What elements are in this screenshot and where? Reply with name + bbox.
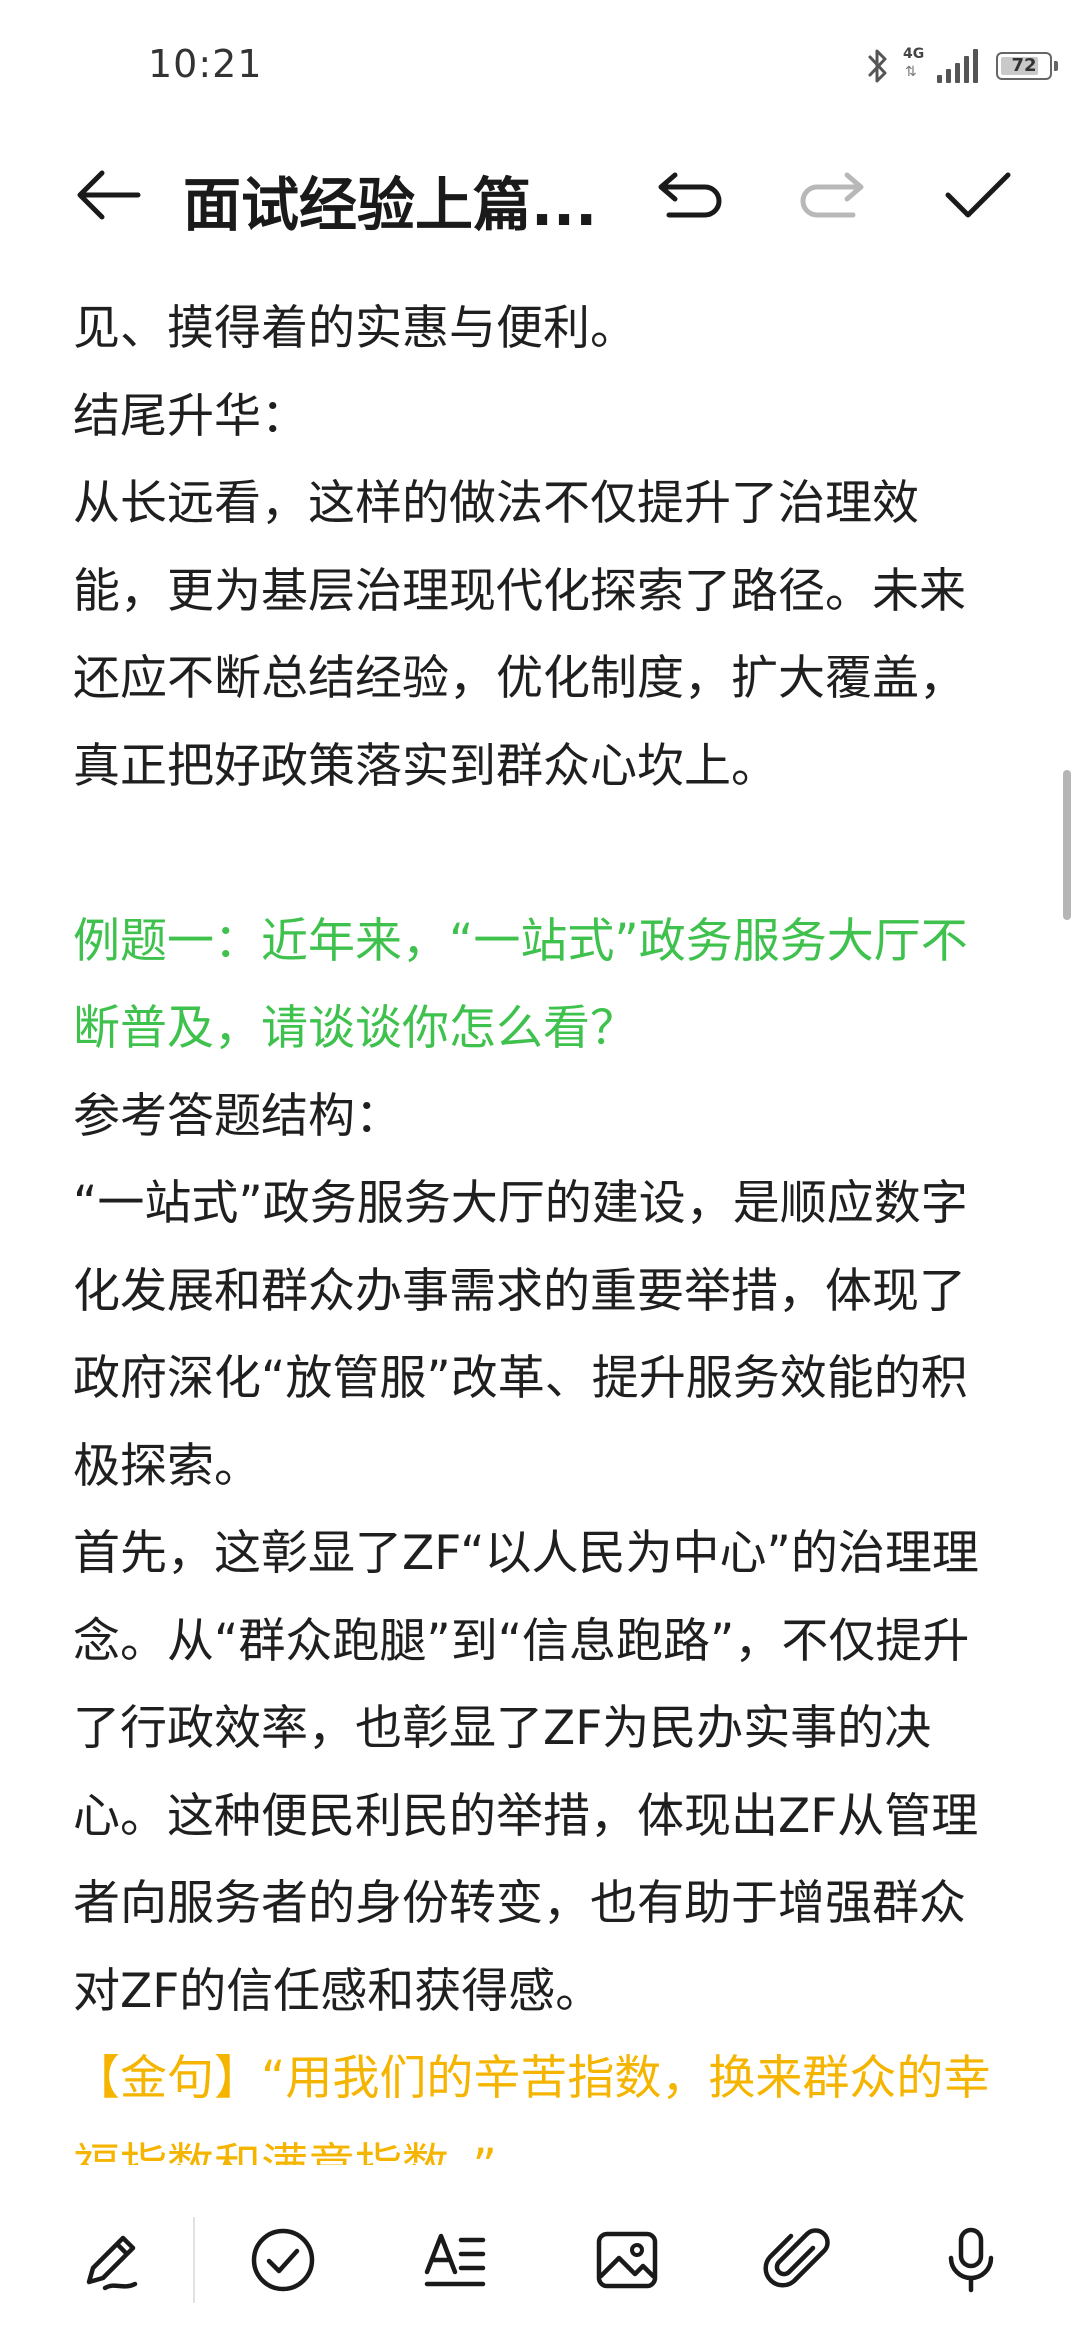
signal-strength-icon (937, 49, 978, 83)
checklist-button[interactable] (228, 2205, 338, 2315)
status-bar: 10:21 4G ⇅ 72 (0, 0, 1080, 135)
voice-input-button[interactable] (916, 2205, 1026, 2315)
bottom-toolbar (0, 2195, 1080, 2340)
toolbar-divider (193, 2217, 195, 2303)
checkmark-icon (942, 167, 1014, 223)
attachment-icon (763, 2224, 835, 2296)
example-heading-line: 例题一：近年来，“一站式”政务服务大厅不 (73, 913, 968, 969)
checklist-icon (247, 2224, 319, 2296)
example-heading-line: 断普及，请谈谈你怎么看？ (73, 1001, 637, 1056)
attachment-button[interactable] (744, 2205, 854, 2315)
status-time: 10:21 (148, 42, 263, 86)
data-arrows-icon: ⇅ (905, 64, 917, 80)
body-line: 对ZF的信任感和获得感。 (73, 1963, 603, 2019)
battery-icon: 72 (996, 52, 1058, 80)
battery-percent: 72 (1011, 55, 1037, 76)
network-label: 4G (903, 46, 925, 62)
body-line: 首先，这彰显了ZF“以人民为中心”的治理理 (73, 1526, 979, 1581)
text-format-icon (419, 2224, 491, 2296)
text-format-button[interactable] (400, 2205, 510, 2315)
section-label: 结尾升华： (73, 388, 308, 444)
microphone-icon (935, 2224, 1007, 2296)
image-icon (591, 2224, 663, 2296)
body-line: 化发展和群众办事需求的重要举措，体现了 (73, 1263, 966, 1319)
body-line: 心。这种便民利民的举措，体现出ZF从管理 (73, 1788, 979, 1844)
section-label: 参考答题结构： (73, 1088, 402, 1144)
back-arrow-icon (72, 165, 144, 225)
undo-button[interactable] (640, 145, 740, 245)
save-button[interactable] (928, 145, 1028, 245)
redo-icon (795, 167, 869, 223)
golden-quote-line: 福指数和满意指数。” (73, 2123, 1013, 2166)
body-line: 政府深化“放管服”改革、提升服务效能的积 (73, 1351, 968, 1406)
body-line: 真正把好政策落实到群众心坎上。 (73, 738, 778, 794)
golden-quote-line: 【金句】“用我们的辛苦指数，换来群众的幸 (73, 2051, 991, 2106)
scrollbar-thumb[interactable] (1063, 770, 1071, 920)
handwriting-button[interactable] (56, 2205, 166, 2315)
back-button[interactable] (58, 145, 158, 245)
body-line: 了行政效率，也彰显了ZF为民办实事的决 (73, 1701, 932, 1756)
status-icons: 4G ⇅ 72 (865, 42, 1058, 90)
insert-image-button[interactable] (572, 2205, 682, 2315)
note-title[interactable]: 面试经验上篇... (183, 158, 613, 242)
body-line: 念。从“群众跑腿”到“信息跑路”，不仅提升 (73, 1613, 970, 1669)
body-line: “一站式”政务服务大厅的建设，是顺应数字 (73, 1176, 968, 1231)
body-line: 极探索。 (73, 1438, 261, 1494)
body-line: 还应不断总结经验，优化制度，扩大覆盖， (73, 651, 966, 706)
note-body[interactable]: 见、摸得着的实惠与便利。 结尾升华： 从长远看，这样的做法不仅提升了治理效 能，… (73, 285, 1013, 2165)
network-4g-icon: 4G ⇅ (901, 46, 927, 86)
undo-icon (653, 167, 727, 223)
body-line: 见、摸得着的实惠与便利。 (73, 301, 637, 356)
bluetooth-icon (865, 45, 891, 87)
body-line: 者向服务者的身份转变，也有助于增强群众 (73, 1876, 966, 1931)
pen-icon (75, 2224, 147, 2296)
redo-button[interactable] (782, 145, 882, 245)
body-line: 从长远看，这样的做法不仅提升了治理效 (73, 476, 919, 531)
body-line: 能，更为基层治理现代化探索了路径。未来 (73, 563, 966, 619)
